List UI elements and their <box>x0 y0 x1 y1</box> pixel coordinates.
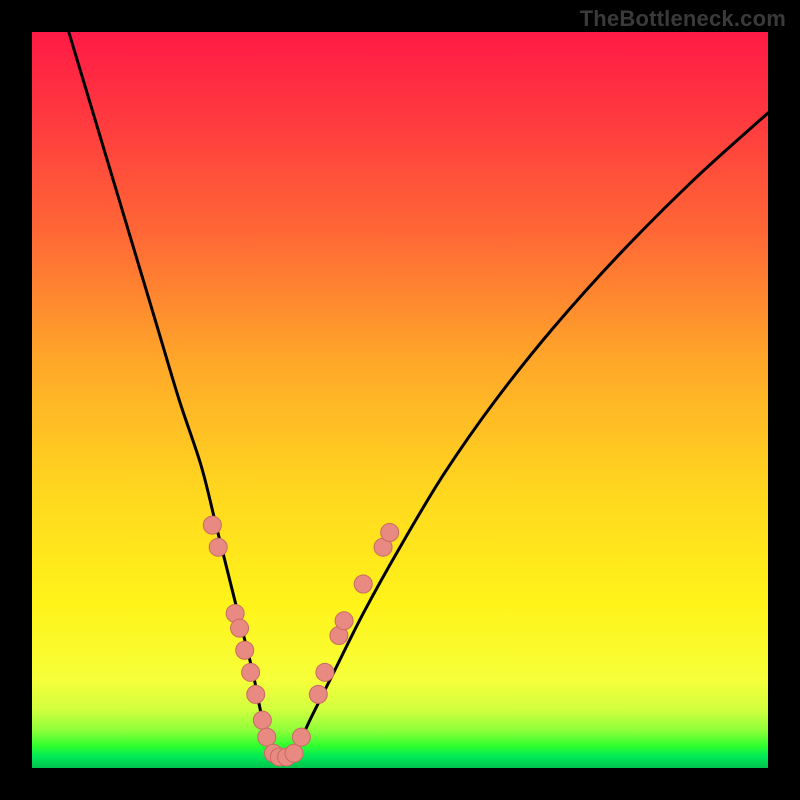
data-marker <box>354 575 372 593</box>
marker-group <box>203 516 398 766</box>
data-marker <box>335 612 353 630</box>
data-marker <box>309 685 327 703</box>
data-marker <box>292 728 310 746</box>
data-marker <box>258 728 276 746</box>
data-marker <box>381 523 399 541</box>
data-marker <box>242 663 260 681</box>
outer-frame: TheBottleneck.com <box>0 0 800 800</box>
data-marker <box>236 641 254 659</box>
data-marker <box>203 516 221 534</box>
data-marker <box>247 685 265 703</box>
watermark-text: TheBottleneck.com <box>580 6 786 32</box>
data-marker <box>316 663 334 681</box>
data-marker <box>209 538 227 556</box>
data-marker <box>231 619 249 637</box>
data-marker <box>253 711 271 729</box>
chart-svg <box>32 32 768 768</box>
bottleneck-curve-path <box>69 32 768 759</box>
data-marker <box>285 744 303 762</box>
bottleneck-curve <box>69 32 768 759</box>
plot-area <box>32 32 768 768</box>
